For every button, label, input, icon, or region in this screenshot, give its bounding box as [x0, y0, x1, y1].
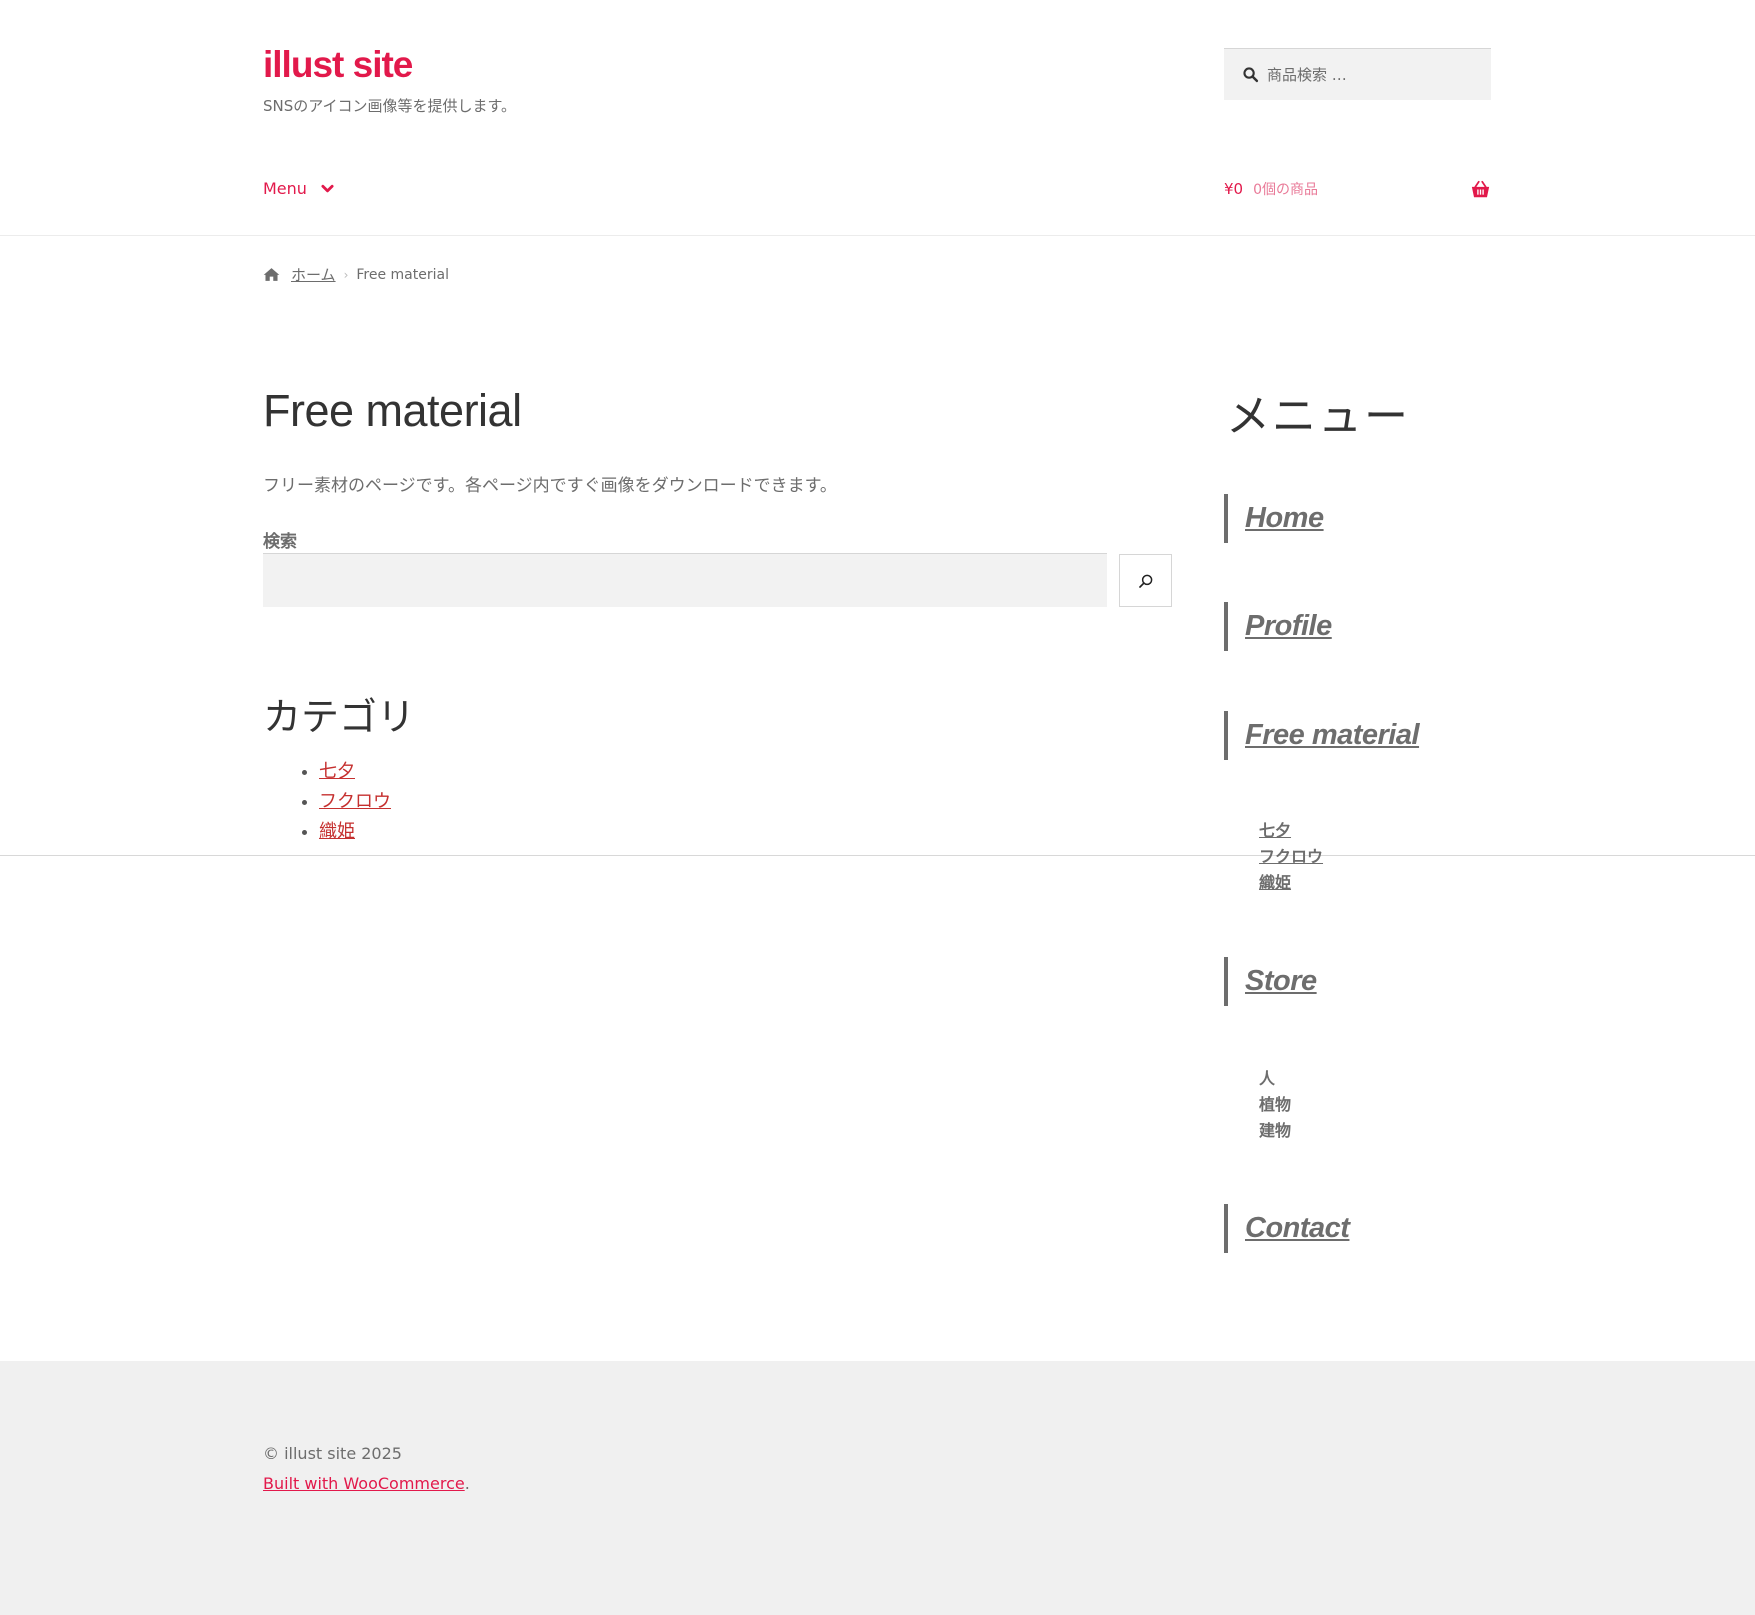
site-footer: © illust site 2025 Built with WooCommerc…	[0, 1361, 1755, 1615]
category-link[interactable]: 織姫	[319, 821, 355, 842]
sidebar-subitem-link[interactable]: フクロウ	[1259, 847, 1323, 866]
search-submit-button[interactable]	[1119, 554, 1172, 607]
chevron-down-icon	[321, 184, 334, 192]
woocommerce-link[interactable]: Built with WooCommerce	[263, 1474, 465, 1493]
menu-toggle-label: Menu	[263, 179, 307, 198]
search-input[interactable]	[263, 553, 1107, 607]
header-divider	[0, 235, 1755, 236]
sidebar-subitem[interactable]: 人	[1259, 1069, 1275, 1088]
footer-credit-suffix: .	[464, 1474, 470, 1493]
cart-count: 0個の商品	[1253, 182, 1319, 198]
sidebar-link-profile[interactable]: Profile	[1245, 610, 1332, 643]
categories-heading: カテゴリ	[263, 695, 416, 739]
breadcrumb: ホーム › Free material	[263, 264, 449, 285]
page-intro: フリー素材のページです。各ページ内ですぐ画像をダウンロードできます。	[263, 476, 837, 496]
search-label: 検索	[263, 532, 297, 552]
sidebar-link-contact[interactable]: Contact	[1245, 1212, 1350, 1245]
basket-icon	[1471, 180, 1490, 197]
search-icon	[1138, 574, 1152, 588]
breadcrumb-separator: ›	[343, 267, 349, 282]
content-divider	[0, 855, 1755, 856]
sidebar-subitem[interactable]: 建物	[1259, 1121, 1291, 1140]
sidebar-subitem[interactable]: 植物	[1259, 1095, 1291, 1114]
product-search-input[interactable]	[1267, 65, 1477, 84]
site-tagline: SNSのアイコン画像等を提供します。	[263, 97, 517, 115]
sidebar-link-store[interactable]: Store	[1245, 965, 1317, 998]
list-item: 織姫	[319, 817, 391, 847]
breadcrumb-current: Free material	[356, 266, 449, 283]
footer-credit: Built with WooCommerce.	[263, 1474, 470, 1493]
sidebar-link-home[interactable]: Home	[1245, 502, 1324, 535]
cart-amount: ¥0	[1224, 180, 1244, 198]
list-item: 七夕	[319, 757, 391, 787]
site-title[interactable]: illust site	[263, 44, 413, 86]
sidebar-subitem-link[interactable]: 織姫	[1259, 873, 1291, 892]
product-search	[1224, 48, 1491, 100]
page-title: Free material	[263, 385, 522, 436]
category-link[interactable]: フクロウ	[319, 791, 391, 812]
footer-copyright: © illust site 2025	[263, 1444, 402, 1463]
list-item: フクロウ	[319, 787, 391, 817]
sidebar-item-contact: Contact	[1224, 1204, 1350, 1253]
categories-list: 七夕 フクロウ 織姫	[300, 757, 391, 847]
sidebar-heading: メニュー	[1226, 391, 1410, 442]
sidebar-item-profile: Profile	[1224, 602, 1332, 651]
sidebar-link-free-material[interactable]: Free material	[1245, 719, 1420, 752]
search-icon	[1243, 67, 1259, 83]
home-icon	[263, 268, 280, 281]
sidebar-item-home: Home	[1224, 494, 1324, 543]
category-link[interactable]: 七夕	[319, 761, 355, 782]
sidebar-item-free-material: Free material	[1224, 711, 1420, 760]
sidebar-submenu-store: 人 植物 建物	[1259, 1066, 1291, 1144]
cart-link[interactable]: ¥0 0個の商品	[1224, 179, 1491, 199]
sidebar-item-store: Store	[1224, 957, 1317, 1006]
breadcrumb-home-link[interactable]: ホーム	[291, 264, 336, 285]
menu-toggle-button[interactable]: Menu	[263, 179, 334, 198]
sidebar-submenu-free-material: 七夕 フクロウ 織姫	[1259, 818, 1323, 896]
sidebar-subitem-link[interactable]: 七夕	[1259, 821, 1291, 840]
